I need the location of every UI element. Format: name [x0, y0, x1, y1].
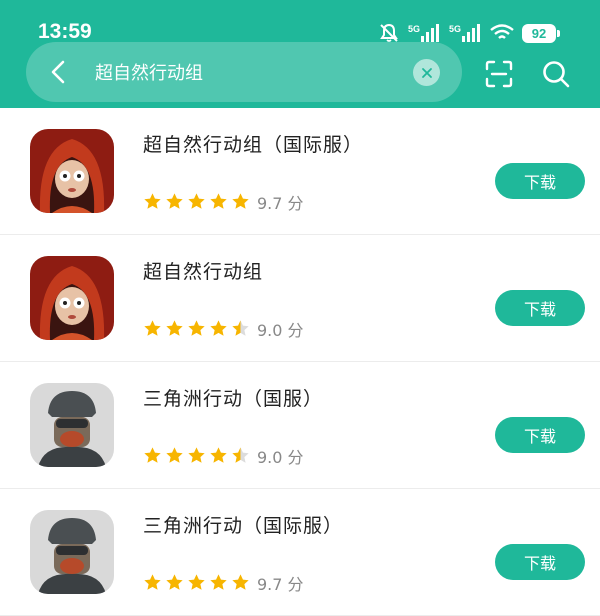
search-icon[interactable] — [541, 59, 571, 89]
search-query-text[interactable]: 超自然行动组 — [95, 59, 203, 85]
back-arrow-icon[interactable] — [44, 57, 74, 87]
star-icon — [188, 574, 205, 590]
clear-search-button[interactable] — [413, 59, 440, 86]
star-icon — [232, 574, 249, 590]
star-icon — [188, 447, 205, 463]
star-icon — [232, 447, 249, 463]
star-rating — [143, 192, 250, 211]
star-icon — [232, 193, 249, 209]
signal-5g-label: 5G — [448, 24, 461, 34]
signal-5g-label: 5G — [407, 24, 420, 34]
rating-score: 9.0 分 — [257, 321, 304, 340]
rating-score: 9.7 分 — [257, 575, 304, 594]
app-name[interactable]: 三角洲行动（国际服） — [143, 511, 343, 538]
star-icon — [144, 320, 161, 336]
star-icon — [188, 193, 205, 209]
star-icon — [210, 447, 227, 463]
app-name[interactable]: 三角洲行动（国服） — [143, 384, 323, 411]
search-results-list: 超自然行动组（国际服） 9.7 分下载 超自然行动组 9.0 分下载 三角洲行动… — [0, 108, 600, 616]
app-result-item[interactable]: 超自然行动组（国际服） 9.7 分 下载 — [0, 108, 600, 235]
star-icon — [210, 193, 227, 209]
star-icon — [232, 320, 249, 336]
mute-icon — [380, 23, 398, 42]
rating-score: 9.0 分 — [257, 448, 304, 467]
download-button[interactable]: 下载 — [495, 417, 585, 453]
search-input[interactable]: 超自然行动组 — [26, 42, 462, 102]
hooded-girl-app-icon[interactable] — [30, 256, 114, 340]
wifi-icon — [490, 24, 514, 39]
hooded-girl-app-icon[interactable] — [30, 129, 114, 213]
star-icon — [144, 447, 161, 463]
app-name[interactable]: 超自然行动组（国际服） — [143, 130, 363, 157]
star-icon — [166, 320, 183, 336]
star-rating — [143, 446, 250, 465]
top-bar: 13:59 5G 5G 92 超自然行动组 — [0, 0, 600, 108]
battery-indicator: 92 — [522, 23, 560, 43]
download-button[interactable]: 下载 — [495, 163, 585, 199]
star-rating — [143, 573, 250, 592]
close-icon — [421, 67, 432, 78]
rating-score: 9.7 分 — [257, 194, 304, 213]
star-icon — [210, 320, 227, 336]
star-rating — [143, 319, 250, 338]
cell-signal-icon — [420, 24, 439, 42]
star-icon — [144, 193, 161, 209]
scan-icon[interactable] — [484, 59, 514, 89]
app-result-item[interactable]: 三角洲行动（国服） 9.0 分 下载 — [0, 362, 600, 489]
app-result-item[interactable]: 超自然行动组 9.0 分 下载 — [0, 235, 600, 362]
cell-signal-icon — [462, 24, 480, 42]
download-button[interactable]: 下载 — [495, 544, 585, 580]
star-icon — [210, 574, 227, 590]
soldier-app-icon[interactable] — [30, 510, 114, 594]
status-time: 13:59 — [38, 20, 92, 43]
star-icon — [166, 193, 183, 209]
signal-5g-2: 5G — [449, 24, 482, 42]
soldier-app-icon[interactable] — [30, 383, 114, 467]
download-button[interactable]: 下载 — [495, 290, 585, 326]
star-icon — [188, 320, 205, 336]
signal-5g-1: 5G — [408, 24, 441, 42]
star-icon — [166, 574, 183, 590]
app-name[interactable]: 超自然行动组 — [143, 257, 263, 284]
star-icon — [166, 447, 183, 463]
star-icon — [144, 574, 161, 590]
app-result-item[interactable]: 三角洲行动（国际服） 9.7 分 下载 — [0, 489, 600, 616]
